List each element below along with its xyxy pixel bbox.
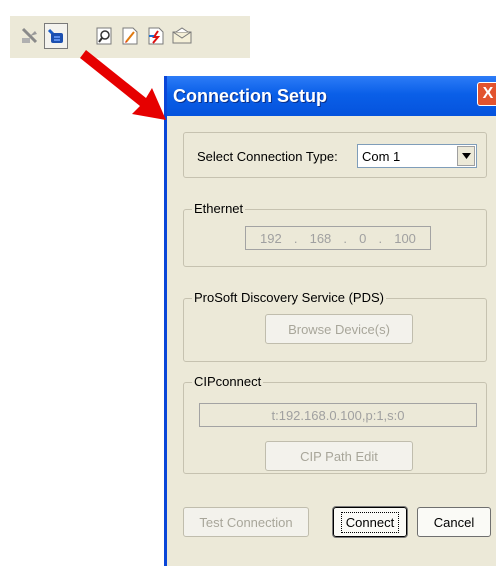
red-arrow-icon bbox=[80, 50, 166, 120]
